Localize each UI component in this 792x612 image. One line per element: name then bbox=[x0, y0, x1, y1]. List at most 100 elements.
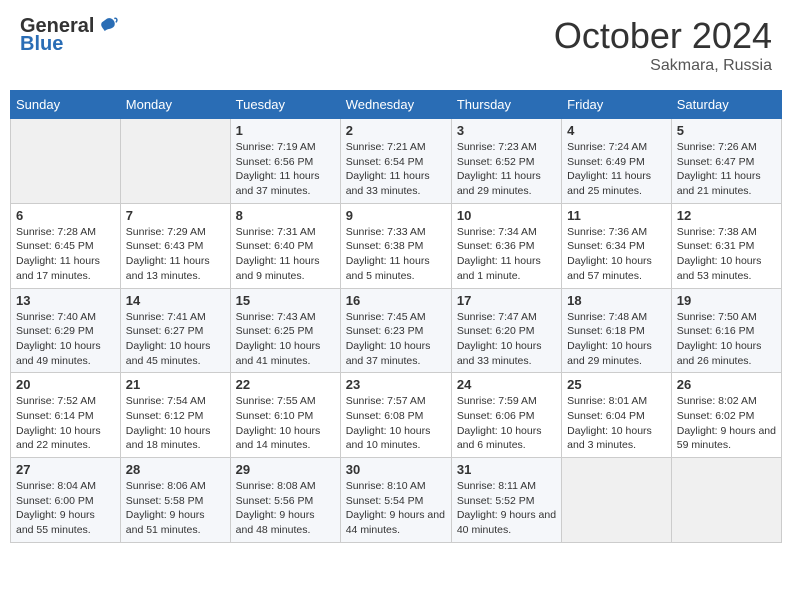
day-number: 10 bbox=[457, 208, 556, 223]
day-number: 26 bbox=[677, 377, 776, 392]
calendar-cell: 29 Sunrise: 8:08 AM Sunset: 5:56 PM Dayli… bbox=[230, 458, 340, 543]
day-content: Sunrise: 8:11 AM Sunset: 5:52 PM Dayligh… bbox=[457, 479, 556, 538]
title-area: October 2024 Sakmara, Russia bbox=[554, 15, 772, 75]
calendar-cell: 30 Sunrise: 8:10 AM Sunset: 5:54 PM Dayli… bbox=[340, 458, 451, 543]
day-content: Sunrise: 7:34 AM Sunset: 6:36 PM Dayligh… bbox=[457, 225, 556, 284]
calendar-week-4: 27Sunrise: 8:04 AM Sunset: 6:00 PM Dayli… bbox=[11, 458, 782, 543]
calendar-cell: 25 Sunrise: 8:01 AM Sunset: 6:04 PM Dayli… bbox=[562, 373, 672, 458]
calendar-cell: 9 Sunrise: 7:33 AM Sunset: 6:38 PM Daylig… bbox=[340, 203, 451, 288]
day-content: Sunrise: 7:33 AM Sunset: 6:38 PM Dayligh… bbox=[346, 225, 446, 284]
calendar-week-3: 20 Sunrise: 7:52 AM Sunset: 6:14 PM Dayli… bbox=[11, 373, 782, 458]
calendar-cell: 6 Sunrise: 7:28 AM Sunset: 6:45 PM Daylig… bbox=[11, 203, 121, 288]
day-content: Sunrise: 7:57 AM Sunset: 6:08 PM Dayligh… bbox=[346, 394, 446, 453]
day-content: Sunrise: 7:23 AM Sunset: 6:52 PM Dayligh… bbox=[457, 140, 556, 199]
day-content: Sunrise: 7:47 AM Sunset: 6:20 PM Dayligh… bbox=[457, 310, 556, 369]
day-content: Sunrise: 8:01 AM Sunset: 6:04 PM Dayligh… bbox=[567, 394, 666, 453]
day-number: 20 bbox=[16, 377, 115, 392]
calendar-cell: 2 Sunrise: 7:21 AM Sunset: 6:54 PM Daylig… bbox=[340, 119, 451, 204]
calendar-cell: 1 Sunrise: 7:19 AM Sunset: 6:56 PM Daylig… bbox=[230, 119, 340, 204]
day-number: 24 bbox=[457, 377, 556, 392]
day-number: 29 bbox=[236, 462, 335, 477]
day-number: 1 bbox=[236, 123, 335, 138]
calendar-cell bbox=[562, 458, 672, 543]
day-number: 19 bbox=[677, 293, 776, 308]
logo-blue-label: Blue bbox=[20, 33, 118, 55]
day-number: 28 bbox=[126, 462, 225, 477]
col-sunday: Sunday bbox=[11, 91, 121, 119]
day-number: 18 bbox=[567, 293, 666, 308]
day-content: Sunrise: 8:04 AM Sunset: 6:00 PM Dayligh… bbox=[16, 479, 115, 538]
calendar-cell: 24 Sunrise: 7:59 AM Sunset: 6:06 PM Dayli… bbox=[451, 373, 561, 458]
calendar-cell: 5 Sunrise: 7:26 AM Sunset: 6:47 PM Daylig… bbox=[671, 119, 781, 204]
calendar-cell: 26 Sunrise: 8:02 AM Sunset: 6:02 PM Dayli… bbox=[671, 373, 781, 458]
day-number: 4 bbox=[567, 123, 666, 138]
calendar-cell bbox=[11, 119, 121, 204]
calendar-cell: 31 Sunrise: 8:11 AM Sunset: 5:52 PM Dayli… bbox=[451, 458, 561, 543]
calendar-cell: 3Sunrise: 7:23 AM Sunset: 6:52 PM Daylig… bbox=[451, 119, 561, 204]
day-content: Sunrise: 7:59 AM Sunset: 6:06 PM Dayligh… bbox=[457, 394, 556, 453]
calendar-cell: 13 Sunrise: 7:40 AM Sunset: 6:29 PM Dayli… bbox=[11, 288, 121, 373]
calendar-cell: 11Sunrise: 7:36 AM Sunset: 6:34 PM Dayli… bbox=[562, 203, 672, 288]
day-number: 23 bbox=[346, 377, 446, 392]
day-number: 12 bbox=[677, 208, 776, 223]
logo: General Blue bbox=[20, 15, 118, 55]
day-number: 22 bbox=[236, 377, 335, 392]
day-number: 16 bbox=[346, 293, 446, 308]
day-number: 9 bbox=[346, 208, 446, 223]
col-monday: Monday bbox=[120, 91, 230, 119]
day-content: Sunrise: 8:02 AM Sunset: 6:02 PM Dayligh… bbox=[677, 394, 776, 453]
day-content: Sunrise: 7:55 AM Sunset: 6:10 PM Dayligh… bbox=[236, 394, 335, 453]
day-content: Sunrise: 7:29 AM Sunset: 6:43 PM Dayligh… bbox=[126, 225, 225, 284]
calendar-cell bbox=[120, 119, 230, 204]
day-number: 21 bbox=[126, 377, 225, 392]
calendar-cell: 4Sunrise: 7:24 AM Sunset: 6:49 PM Daylig… bbox=[562, 119, 672, 204]
calendar-cell: 23 Sunrise: 7:57 AM Sunset: 6:08 PM Dayli… bbox=[340, 373, 451, 458]
calendar-cell: 16Sunrise: 7:45 AM Sunset: 6:23 PM Dayli… bbox=[340, 288, 451, 373]
calendar-cell: 21 Sunrise: 7:54 AM Sunset: 6:12 PM Dayli… bbox=[120, 373, 230, 458]
day-number: 13 bbox=[16, 293, 115, 308]
day-number: 17 bbox=[457, 293, 556, 308]
day-number: 11 bbox=[567, 208, 666, 223]
day-content: Sunrise: 7:21 AM Sunset: 6:54 PM Dayligh… bbox=[346, 140, 446, 199]
day-content: Sunrise: 8:06 AM Sunset: 5:58 PM Dayligh… bbox=[126, 479, 225, 538]
calendar-cell: 28 Sunrise: 8:06 AM Sunset: 5:58 PM Dayli… bbox=[120, 458, 230, 543]
calendar-cell: 17 Sunrise: 7:47 AM Sunset: 6:20 PM Dayli… bbox=[451, 288, 561, 373]
day-content: Sunrise: 7:50 AM Sunset: 6:16 PM Dayligh… bbox=[677, 310, 776, 369]
col-saturday: Saturday bbox=[671, 91, 781, 119]
day-number: 31 bbox=[457, 462, 556, 477]
day-content: Sunrise: 7:48 AM Sunset: 6:18 PM Dayligh… bbox=[567, 310, 666, 369]
day-content: Sunrise: 7:54 AM Sunset: 6:12 PM Dayligh… bbox=[126, 394, 225, 453]
day-content: Sunrise: 7:19 AM Sunset: 6:56 PM Dayligh… bbox=[236, 140, 335, 199]
calendar-cell: 18 Sunrise: 7:48 AM Sunset: 6:18 PM Dayli… bbox=[562, 288, 672, 373]
calendar-cell: 10 Sunrise: 7:34 AM Sunset: 6:36 PM Dayli… bbox=[451, 203, 561, 288]
location: Sakmara, Russia bbox=[554, 57, 772, 75]
day-content: Sunrise: 7:43 AM Sunset: 6:25 PM Dayligh… bbox=[236, 310, 335, 369]
day-content: Sunrise: 7:40 AM Sunset: 6:29 PM Dayligh… bbox=[16, 310, 115, 369]
calendar-week-0: 1 Sunrise: 7:19 AM Sunset: 6:56 PM Daylig… bbox=[11, 119, 782, 204]
day-content: Sunrise: 8:10 AM Sunset: 5:54 PM Dayligh… bbox=[346, 479, 446, 538]
day-number: 6 bbox=[16, 208, 115, 223]
day-content: Sunrise: 7:28 AM Sunset: 6:45 PM Dayligh… bbox=[16, 225, 115, 284]
calendar-cell: 12Sunrise: 7:38 AM Sunset: 6:31 PM Dayli… bbox=[671, 203, 781, 288]
day-number: 30 bbox=[346, 462, 446, 477]
day-number: 15 bbox=[236, 293, 335, 308]
day-number: 2 bbox=[346, 123, 446, 138]
day-content: Sunrise: 7:52 AM Sunset: 6:14 PM Dayligh… bbox=[16, 394, 115, 453]
calendar-cell: 14Sunrise: 7:41 AM Sunset: 6:27 PM Dayli… bbox=[120, 288, 230, 373]
calendar-cell: 27Sunrise: 8:04 AM Sunset: 6:00 PM Dayli… bbox=[11, 458, 121, 543]
calendar-cell: 8Sunrise: 7:31 AM Sunset: 6:40 PM Daylig… bbox=[230, 203, 340, 288]
calendar-cell: 22 Sunrise: 7:55 AM Sunset: 6:10 PM Dayli… bbox=[230, 373, 340, 458]
col-tuesday: Tuesday bbox=[230, 91, 340, 119]
day-content: Sunrise: 7:26 AM Sunset: 6:47 PM Dayligh… bbox=[677, 140, 776, 199]
day-number: 25 bbox=[567, 377, 666, 392]
calendar-cell bbox=[671, 458, 781, 543]
col-friday: Friday bbox=[562, 91, 672, 119]
calendar-cell: 19 Sunrise: 7:50 AM Sunset: 6:16 PM Dayli… bbox=[671, 288, 781, 373]
day-number: 5 bbox=[677, 123, 776, 138]
calendar-cell: 15 Sunrise: 7:43 AM Sunset: 6:25 PM Dayli… bbox=[230, 288, 340, 373]
day-number: 7 bbox=[126, 208, 225, 223]
day-content: Sunrise: 8:08 AM Sunset: 5:56 PM Dayligh… bbox=[236, 479, 335, 538]
calendar-table: Sunday Monday Tuesday Wednesday Thursday… bbox=[10, 90, 782, 543]
calendar-week-1: 6 Sunrise: 7:28 AM Sunset: 6:45 PM Daylig… bbox=[11, 203, 782, 288]
calendar-cell: 7 Sunrise: 7:29 AM Sunset: 6:43 PM Daylig… bbox=[120, 203, 230, 288]
